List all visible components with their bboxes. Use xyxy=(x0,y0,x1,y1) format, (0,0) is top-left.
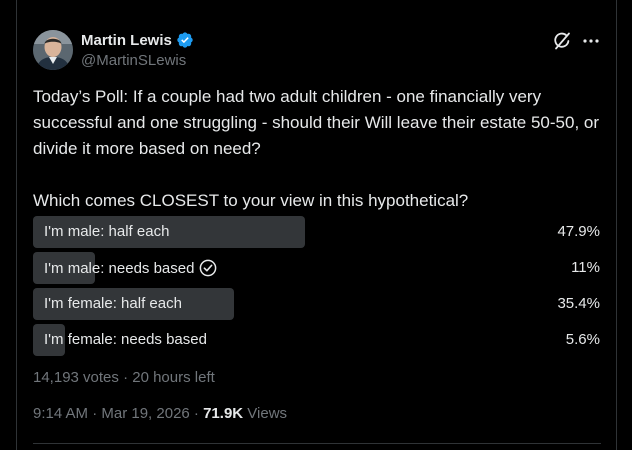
views-count: 71.9K xyxy=(203,405,244,422)
divider xyxy=(33,443,601,444)
poll: I'm male: half each 47.9% I'm male: need… xyxy=(33,216,601,360)
timeline-border-left xyxy=(16,0,17,450)
voted-check-icon xyxy=(199,259,217,277)
poll-option[interactable]: I'm female: half each 35.4% xyxy=(33,288,601,320)
views-label: Views xyxy=(243,405,288,422)
poll-meta: 14,193 votes · 20 hours left xyxy=(33,369,215,386)
poll-option-label: I'm female: needs based xyxy=(44,331,207,348)
poll-option-label: I'm male: half each xyxy=(44,223,170,240)
avatar[interactable] xyxy=(33,30,73,70)
author-handle[interactable]: @MartinSLewis xyxy=(81,52,186,69)
author-name[interactable]: Martin Lewis xyxy=(81,31,194,49)
tweet-text-paragraph: Today’s Poll: If a couple had two adult … xyxy=(33,87,600,158)
more-icon[interactable] xyxy=(580,31,602,51)
poll-option-label: I'm male: needs based xyxy=(44,259,195,277)
profile-photo-icon xyxy=(33,30,73,70)
poll-option-percent: 35.4% xyxy=(557,295,600,312)
timeline-border-right xyxy=(616,0,617,450)
poll-option-percent: 5.6% xyxy=(565,331,600,348)
poll-option-percent: 47.9% xyxy=(557,223,600,240)
timestamp[interactable]: 9:14 AM · Mar 19, 2026 · xyxy=(33,405,203,422)
poll-option[interactable]: I'm male: half each 47.9% xyxy=(33,216,601,248)
tweet-text-paragraph: Which comes CLOSEST to your view in this… xyxy=(33,191,469,210)
poll-option[interactable]: I'm male: needs based 11% xyxy=(33,252,601,284)
grok-icon[interactable] xyxy=(552,31,572,51)
tweet-meta: 9:14 AM · Mar 19, 2026 · 71.9K Views xyxy=(33,405,287,422)
poll-option-percent: 11% xyxy=(571,259,600,276)
tweet-text: Today’s Poll: If a couple had two adult … xyxy=(33,84,603,214)
poll-option[interactable]: I'm female: needs based 5.6% xyxy=(33,324,601,356)
author-name-text[interactable]: Martin Lewis xyxy=(81,32,172,49)
verified-badge-icon[interactable] xyxy=(176,31,194,49)
poll-option-label: I'm female: half each xyxy=(44,295,182,312)
